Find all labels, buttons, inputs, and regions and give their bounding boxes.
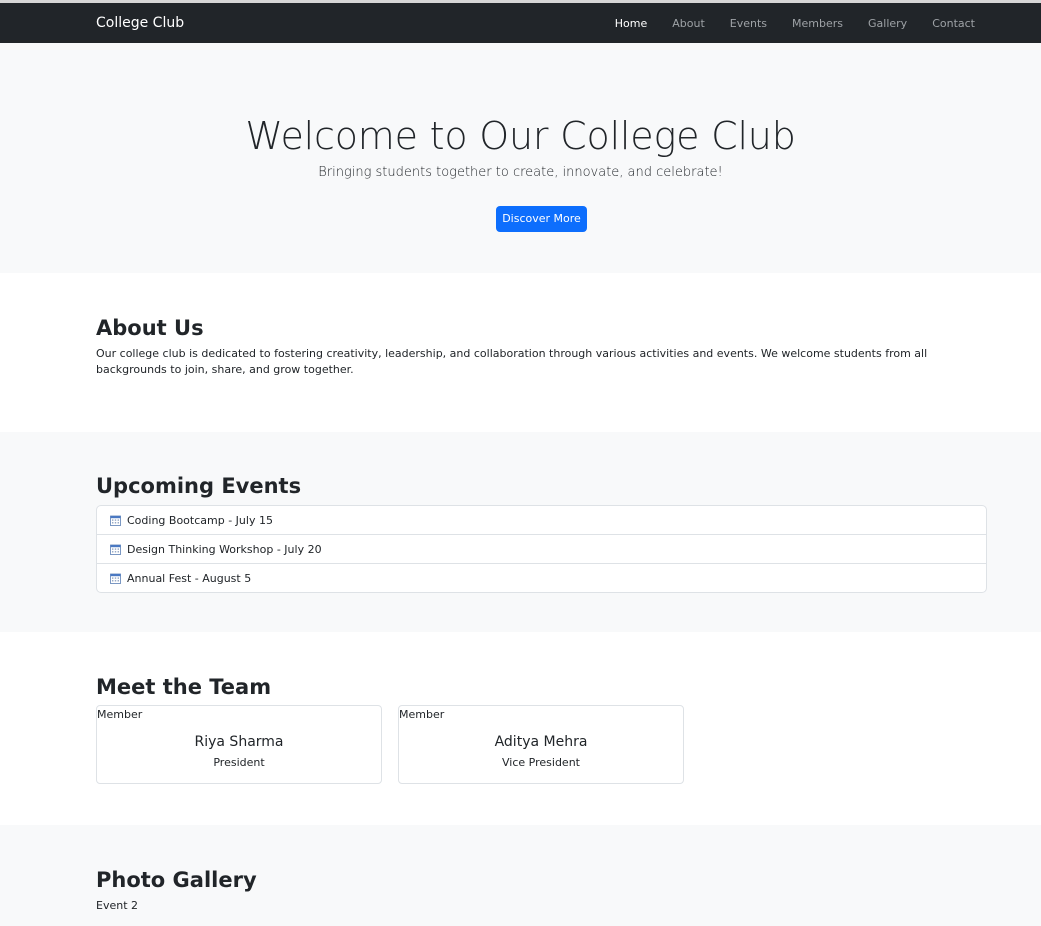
team-section: Meet the Team Member Riya Sharma Preside… (0, 632, 1041, 825)
about-text: Our college club is dedicated to fosteri… (96, 347, 928, 376)
member-image: Member (399, 708, 444, 722)
events-section: Upcoming Events Coding Bootcamp - July 1… (0, 432, 1041, 632)
member-card: Member Aditya Mehra Vice President (398, 705, 684, 784)
member-name: Riya Sharma (194, 734, 284, 750)
team-title: Meet the Team (96, 675, 272, 699)
nav-links: Home About Events Members Gallery Contac… (590, 3, 975, 43)
event-label: Design Thinking Workshop - July 20 (127, 542, 322, 556)
member-card: Member Riya Sharma President (96, 705, 382, 784)
event-label: Annual Fest - August 5 (127, 571, 252, 585)
navbar: College Club Home About Events Members G… (0, 3, 1041, 43)
member-image: Member (97, 708, 142, 722)
gallery-title: Photo Gallery (96, 868, 257, 892)
about-section: About Us Our college club is dedicated t… (0, 273, 1041, 432)
nav-link-about[interactable]: About (672, 17, 705, 30)
discover-more-button[interactable]: Discover More (496, 206, 587, 232)
brand-link[interactable]: College Club (96, 14, 184, 32)
events-title: Upcoming Events (96, 474, 302, 498)
calendar-icon (110, 544, 121, 555)
about-title: About Us (96, 316, 204, 340)
member-name: Aditya Mehra (494, 734, 588, 750)
nav-link-gallery[interactable]: Gallery (868, 17, 907, 30)
gallery-image: Event 2 (96, 899, 138, 913)
gallery-image-alt: Event 2 (96, 899, 139, 912)
nav-link-events[interactable]: Events (730, 17, 767, 30)
hero-section: Welcome to Our College Club Bringing stu… (0, 43, 1041, 273)
event-item: Design Thinking Workshop - July 20 (97, 535, 986, 564)
member-image-alt: Member (399, 708, 445, 721)
member-image-alt: Member (97, 708, 143, 721)
nav-link-home[interactable]: Home (615, 17, 647, 30)
gallery-section: Photo Gallery Event 2 (0, 825, 1041, 926)
hero-title: Welcome to Our College Club (245, 114, 796, 158)
event-list: Coding Bootcamp - July 15 Design Thinkin… (96, 505, 987, 593)
member-role: Vice President (502, 756, 580, 769)
calendar-icon (110, 573, 121, 584)
event-item: Coding Bootcamp - July 15 (97, 506, 986, 535)
nav-link-contact[interactable]: Contact (932, 17, 975, 30)
event-label: Coding Bootcamp - July 15 (127, 513, 273, 527)
nav-link-members[interactable]: Members (792, 17, 843, 30)
hero-subtitle: Bringing students together to create, in… (318, 165, 723, 180)
member-role: President (213, 756, 265, 769)
calendar-icon (110, 515, 121, 526)
event-item: Annual Fest - August 5 (97, 564, 986, 592)
